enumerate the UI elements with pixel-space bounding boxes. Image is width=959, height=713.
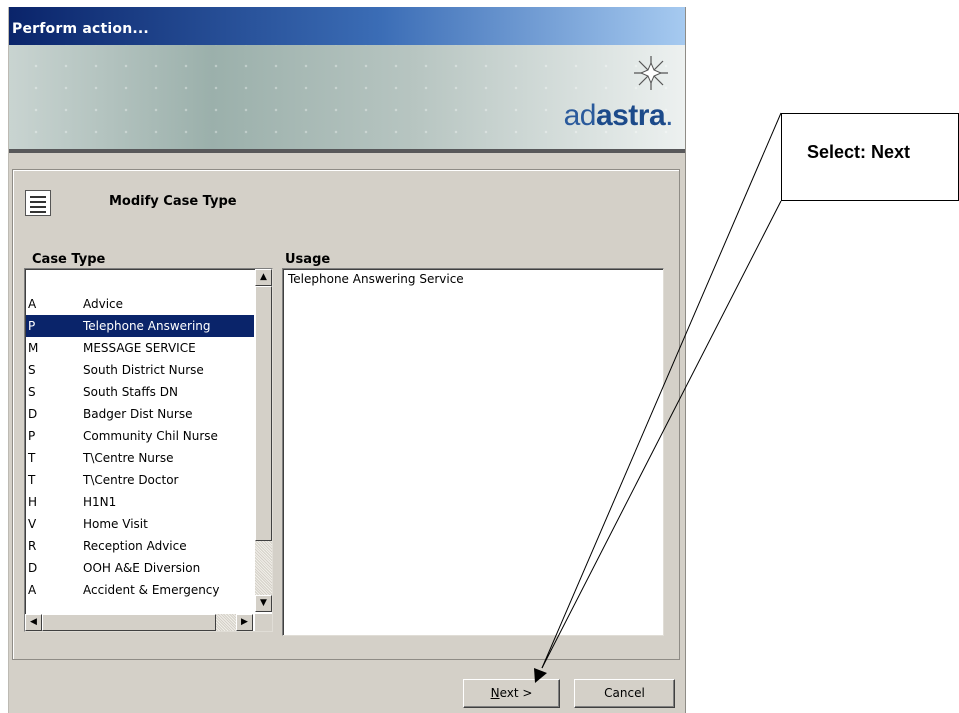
case-type-name: Telephone Answering [83, 319, 211, 333]
case-type-item[interactable]: R Reception Advice [26, 535, 254, 557]
case-type-item[interactable]: M MESSAGE SERVICE [26, 337, 254, 359]
usage-textbox[interactable]: Telephone Answering Service [282, 268, 664, 636]
callout-text: Select: Next [807, 142, 911, 162]
vertical-scroll-thumb[interactable] [255, 286, 272, 541]
case-type-items: A Advice P Telephone Answering M MESSAGE SERV… [26, 293, 254, 601]
next-mnemonic: N [490, 686, 500, 700]
case-type-name: South District Nurse [83, 363, 204, 377]
case-type-code: S [28, 385, 36, 399]
scroll-right-icon[interactable]: ▶ [236, 614, 253, 631]
case-type-code: T [28, 473, 36, 487]
case-type-name: Badger Dist Nurse [83, 407, 193, 421]
case-type-item[interactable]: V Home Visit [26, 513, 254, 535]
case-type-name: Reception Advice [83, 539, 187, 553]
case-type-code: S [28, 363, 36, 377]
case-type-item[interactable]: A Accident & Emergency [26, 579, 254, 601]
vertical-scrollbar[interactable]: ▲ ▼ [255, 269, 272, 612]
case-type-code: D [28, 407, 38, 421]
adastra-logo: adastra. [563, 99, 674, 132]
scroll-up-icon[interactable]: ▲ [255, 269, 272, 286]
case-type-name: OOH A&E Diversion [83, 561, 201, 575]
case-type-code: R [28, 539, 37, 553]
case-type-code: V [28, 517, 37, 531]
case-type-code: P [28, 429, 36, 443]
case-type-code: H [28, 495, 38, 509]
case-type-code: A [28, 583, 37, 597]
case-type-code: A [28, 297, 37, 311]
usage-label: Usage [285, 252, 331, 267]
case-type-name: MESSAGE SERVICE [83, 341, 196, 355]
case-type-code: D [28, 561, 38, 575]
usage-text: Telephone Answering Service [288, 272, 464, 286]
horizontal-scroll-thumb[interactable] [42, 614, 216, 631]
case-type-code: M [28, 341, 39, 355]
next-button[interactable]: Next > [463, 679, 560, 708]
banner-pattern [9, 45, 685, 149]
cancel-button[interactable]: Cancel [574, 679, 675, 708]
case-type-name: T\Centre Nurse [83, 451, 174, 465]
case-type-name: Home Visit [83, 517, 148, 531]
case-type-name: South Staffs DN [83, 385, 178, 399]
checklist-icon [25, 190, 51, 216]
scroll-down-icon[interactable]: ▼ [255, 595, 272, 612]
case-type-item[interactable]: D OOH A&E Diversion [26, 557, 254, 579]
case-type-item[interactable]: H H1N1 [26, 491, 254, 513]
case-type-item[interactable]: D Badger Dist Nurse [26, 403, 254, 425]
case-type-list[interactable]: A Advice P Telephone Answering M MESSAGE SERV… [24, 268, 273, 632]
case-type-code: T [28, 451, 36, 465]
action-title: Modify Case Type [109, 194, 237, 209]
case-type-name: Accident & Emergency [83, 583, 220, 597]
scrollbar-corner [255, 614, 272, 631]
case-type-name: Community Chil Nurse [83, 429, 218, 443]
instruction-callout: Select: Next [781, 113, 959, 201]
next-label: ext > [499, 686, 533, 700]
case-type-item[interactable]: S South Staffs DN [26, 381, 254, 403]
case-type-label: Case Type [32, 252, 106, 267]
case-type-name: H1N1 [83, 495, 117, 509]
case-type-item[interactable]: A Advice [26, 293, 254, 315]
adastra-banner: adastra. [9, 45, 685, 149]
window-title: Perform action... [12, 21, 149, 37]
star-logo-icon [634, 56, 668, 90]
scroll-left-icon[interactable]: ◀ [25, 614, 42, 631]
case-type-code: P [28, 319, 36, 333]
case-type-item[interactable]: P Community Chil Nurse [26, 425, 254, 447]
case-type-item[interactable]: T T\Centre Nurse [26, 447, 254, 469]
case-type-item[interactable]: T T\Centre Doctor [26, 469, 254, 491]
case-type-item[interactable]: P Telephone Answering [26, 315, 254, 337]
case-type-name: T\Centre Doctor [83, 473, 179, 487]
case-type-item[interactable]: S South District Nurse [26, 359, 254, 381]
title-bar[interactable]: Perform action... [9, 7, 685, 45]
banner-divider [9, 149, 685, 153]
case-type-name: Advice [83, 297, 124, 311]
horizontal-scrollbar[interactable]: ◀ ▶ [25, 614, 253, 631]
